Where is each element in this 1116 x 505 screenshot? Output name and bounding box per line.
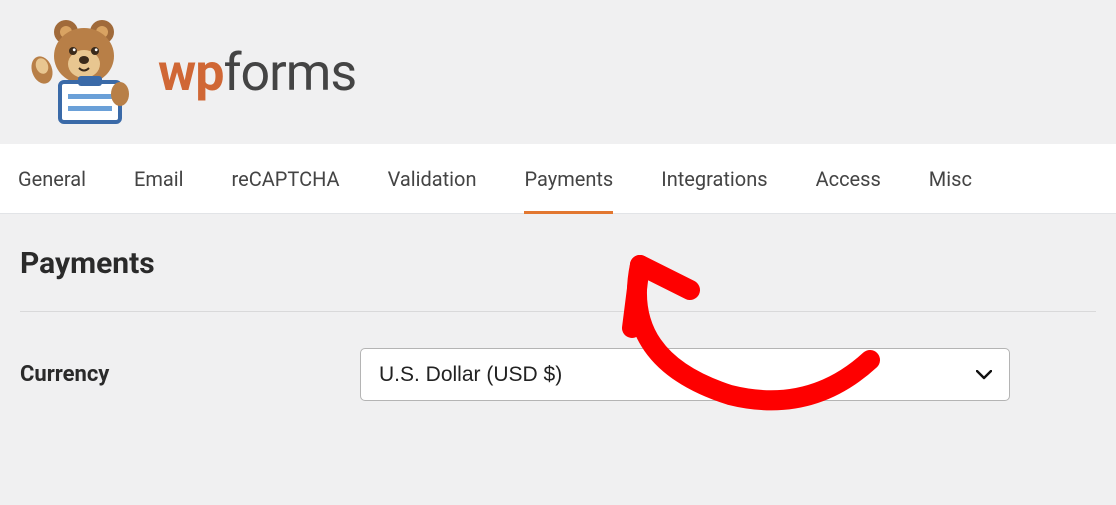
tab-general[interactable]: General	[18, 145, 86, 214]
tab-validation[interactable]: Validation	[388, 145, 477, 214]
brand-wordmark: wpforms	[158, 42, 356, 103]
currency-row: Currency U.S. Dollar (USD $)	[20, 348, 1096, 401]
tab-access[interactable]: Access	[816, 145, 881, 214]
tab-email[interactable]: Email	[134, 145, 184, 214]
tab-misc[interactable]: Misc	[929, 145, 972, 214]
brand-logo: wpforms	[24, 18, 1092, 126]
currency-select-wrap: U.S. Dollar (USD $)	[360, 348, 1010, 401]
header: wpforms	[0, 0, 1116, 144]
currency-label: Currency	[20, 362, 350, 387]
mascot-icon	[24, 18, 144, 126]
currency-select[interactable]: U.S. Dollar (USD $)	[360, 348, 1010, 401]
tab-recaptcha[interactable]: reCAPTCHA	[232, 145, 340, 214]
section-divider	[20, 311, 1096, 312]
brand-text-forms: forms	[223, 42, 356, 103]
brand-text-wp: wp	[158, 42, 223, 103]
settings-tabs: General Email reCAPTCHA Validation Payme…	[0, 144, 1116, 214]
tab-payments[interactable]: Payments	[524, 145, 613, 214]
payments-section: Payments Currency U.S. Dollar (USD $)	[0, 214, 1116, 421]
tab-integrations[interactable]: Integrations	[661, 145, 767, 214]
section-title: Payments	[20, 246, 1096, 281]
